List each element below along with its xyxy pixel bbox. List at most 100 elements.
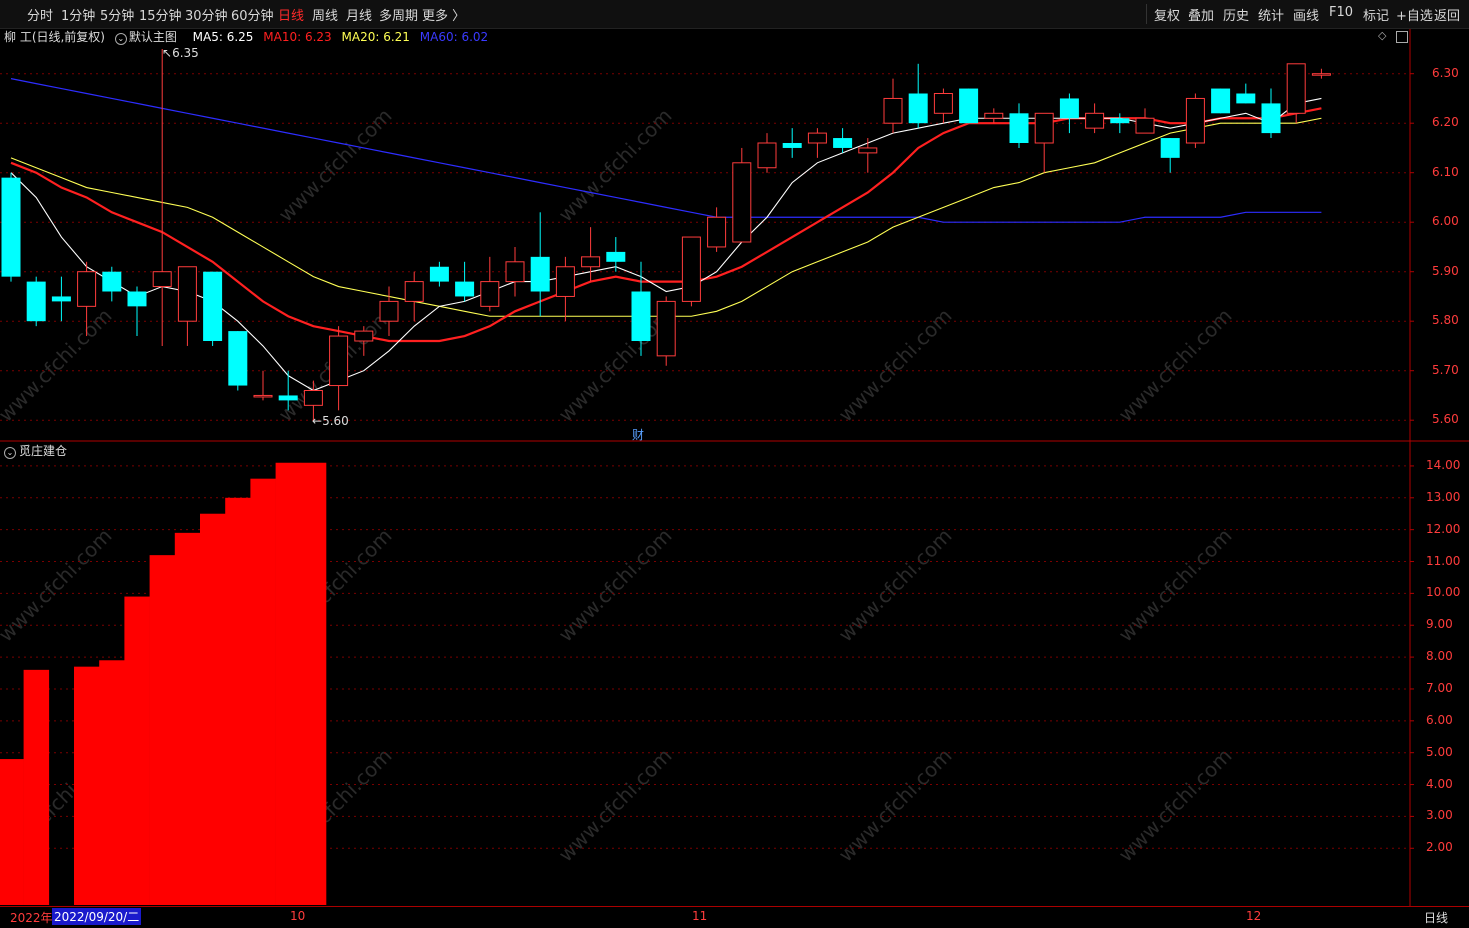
price-tick-label-0: 6.30 [1432, 65, 1459, 80]
candle-49 [1236, 83, 1256, 104]
low-price-value: 5.60 [322, 414, 349, 428]
candle-body [455, 281, 475, 297]
indicator-tick-label-6: 8.00 [1426, 649, 1453, 664]
indicator-bar-4 [99, 660, 125, 905]
watermark-1: www.cfchi.com [274, 104, 397, 227]
candle-body [1211, 88, 1231, 114]
candle-body [681, 236, 701, 302]
indicator-bar-11 [275, 462, 302, 905]
candle-52 [1311, 68, 1331, 79]
candle-body [77, 271, 97, 307]
low-price-annotation: ←5.60 [312, 414, 349, 428]
candle-21 [530, 212, 550, 317]
candle-body [429, 266, 449, 282]
watermark-2: www.cfchi.com [554, 104, 677, 227]
indicator-bar-5 [124, 596, 150, 905]
candle-body [555, 266, 575, 297]
watermark-4: www.cfchi.com [1114, 304, 1237, 427]
candle-body [379, 300, 399, 322]
candle-44 [1110, 113, 1130, 134]
candle-body [858, 147, 878, 154]
price-tick-label-7: 5.60 [1432, 412, 1459, 427]
indicator-bar-3 [74, 666, 100, 905]
watermark-7: www.cfchi.com [554, 524, 677, 647]
candle-8 [203, 271, 223, 346]
candle-body [253, 394, 273, 398]
date-axis: 2022年 2022/09/20/二 10 11 12 日线 [0, 906, 1469, 928]
candle-42 [1059, 93, 1079, 134]
candle-5 [127, 286, 147, 337]
candle-43 [1085, 103, 1105, 134]
candle-body [1034, 112, 1054, 144]
candle-16 [404, 271, 424, 322]
watermark-9: www.cfchi.com [1114, 524, 1237, 647]
indicator-tick-label-1: 13.00 [1426, 489, 1461, 504]
candle-body [807, 132, 827, 144]
candle-27 [681, 236, 701, 307]
candle-10 [253, 370, 273, 401]
year-label: 2022年 [10, 911, 53, 925]
candle-body [505, 261, 525, 283]
candle-body [1, 177, 21, 277]
indicator-pane [0, 462, 327, 905]
indicator-bar-8 [200, 513, 226, 905]
candle-body [631, 291, 651, 341]
candle-47 [1185, 93, 1205, 148]
watermark-5: www.cfchi.com [0, 524, 117, 647]
candle-48 [1211, 88, 1231, 114]
candle-body [1160, 138, 1180, 158]
candle-body [177, 266, 197, 322]
candle-0 [1, 172, 21, 282]
candle-body [152, 271, 172, 288]
price-tick-label-3: 6.00 [1432, 214, 1459, 229]
price-tick-label-2: 6.10 [1432, 164, 1459, 179]
indicator-tick-label-3: 11.00 [1426, 553, 1461, 568]
indicator-tick-label-12: 2.00 [1426, 840, 1453, 855]
price-tick-label-6: 5.70 [1432, 362, 1459, 377]
candle-33 [833, 128, 853, 153]
candle-39 [984, 108, 1004, 124]
indicator-bar-10 [250, 478, 276, 905]
indicator-bar-6 [149, 555, 176, 905]
candle-body [1110, 118, 1130, 124]
candle-28 [707, 207, 727, 252]
candle-body [278, 395, 298, 401]
high-price-value: 6.35 [172, 46, 199, 60]
candle-41 [1034, 112, 1054, 173]
candle-body [354, 330, 374, 342]
candle-body [1135, 117, 1155, 134]
watermark-0: www.cfchi.com [0, 304, 117, 427]
candle-body [303, 390, 323, 406]
candle-body [127, 291, 147, 307]
cursor-date: 2022/09/20/二 [52, 908, 142, 925]
candle-31 [782, 128, 802, 158]
indicator-bar-1 [23, 669, 50, 905]
candle-body [757, 142, 777, 169]
candle-38 [959, 88, 979, 124]
candle-22 [555, 256, 575, 322]
candle-body [26, 281, 46, 322]
period-label[interactable]: 日线 [1424, 909, 1448, 926]
indicator-tick-label-10: 4.00 [1426, 776, 1453, 791]
candle-40 [1009, 103, 1029, 148]
candle-34 [858, 138, 878, 173]
indicator-title[interactable]: ⌄ 觅庄建仓 [4, 442, 67, 459]
candle-50 [1261, 88, 1281, 139]
candle-body [833, 138, 853, 148]
kline-chart[interactable]: www.cfchi.com www.cfchi.com www.cfchi.com w… [0, 0, 1469, 927]
candle-body [1185, 97, 1205, 144]
indicator-tick-label-4: 10.00 [1426, 585, 1461, 600]
month-label-10: 10 [290, 909, 306, 923]
candle-body [883, 97, 903, 124]
candle-body [530, 256, 550, 292]
candle-body [1085, 112, 1105, 129]
indicator-bar-0 [0, 759, 24, 905]
price-tick-label-5: 5.80 [1432, 313, 1459, 328]
candle-18 [455, 261, 475, 302]
candle-30 [757, 133, 777, 173]
candle-body [1311, 73, 1331, 76]
candle-body [959, 88, 979, 124]
indicator-bar-9 [225, 497, 251, 905]
indicator-tick-label-8: 6.00 [1426, 712, 1453, 727]
finance-event-marker[interactable]: 财 [632, 426, 644, 443]
